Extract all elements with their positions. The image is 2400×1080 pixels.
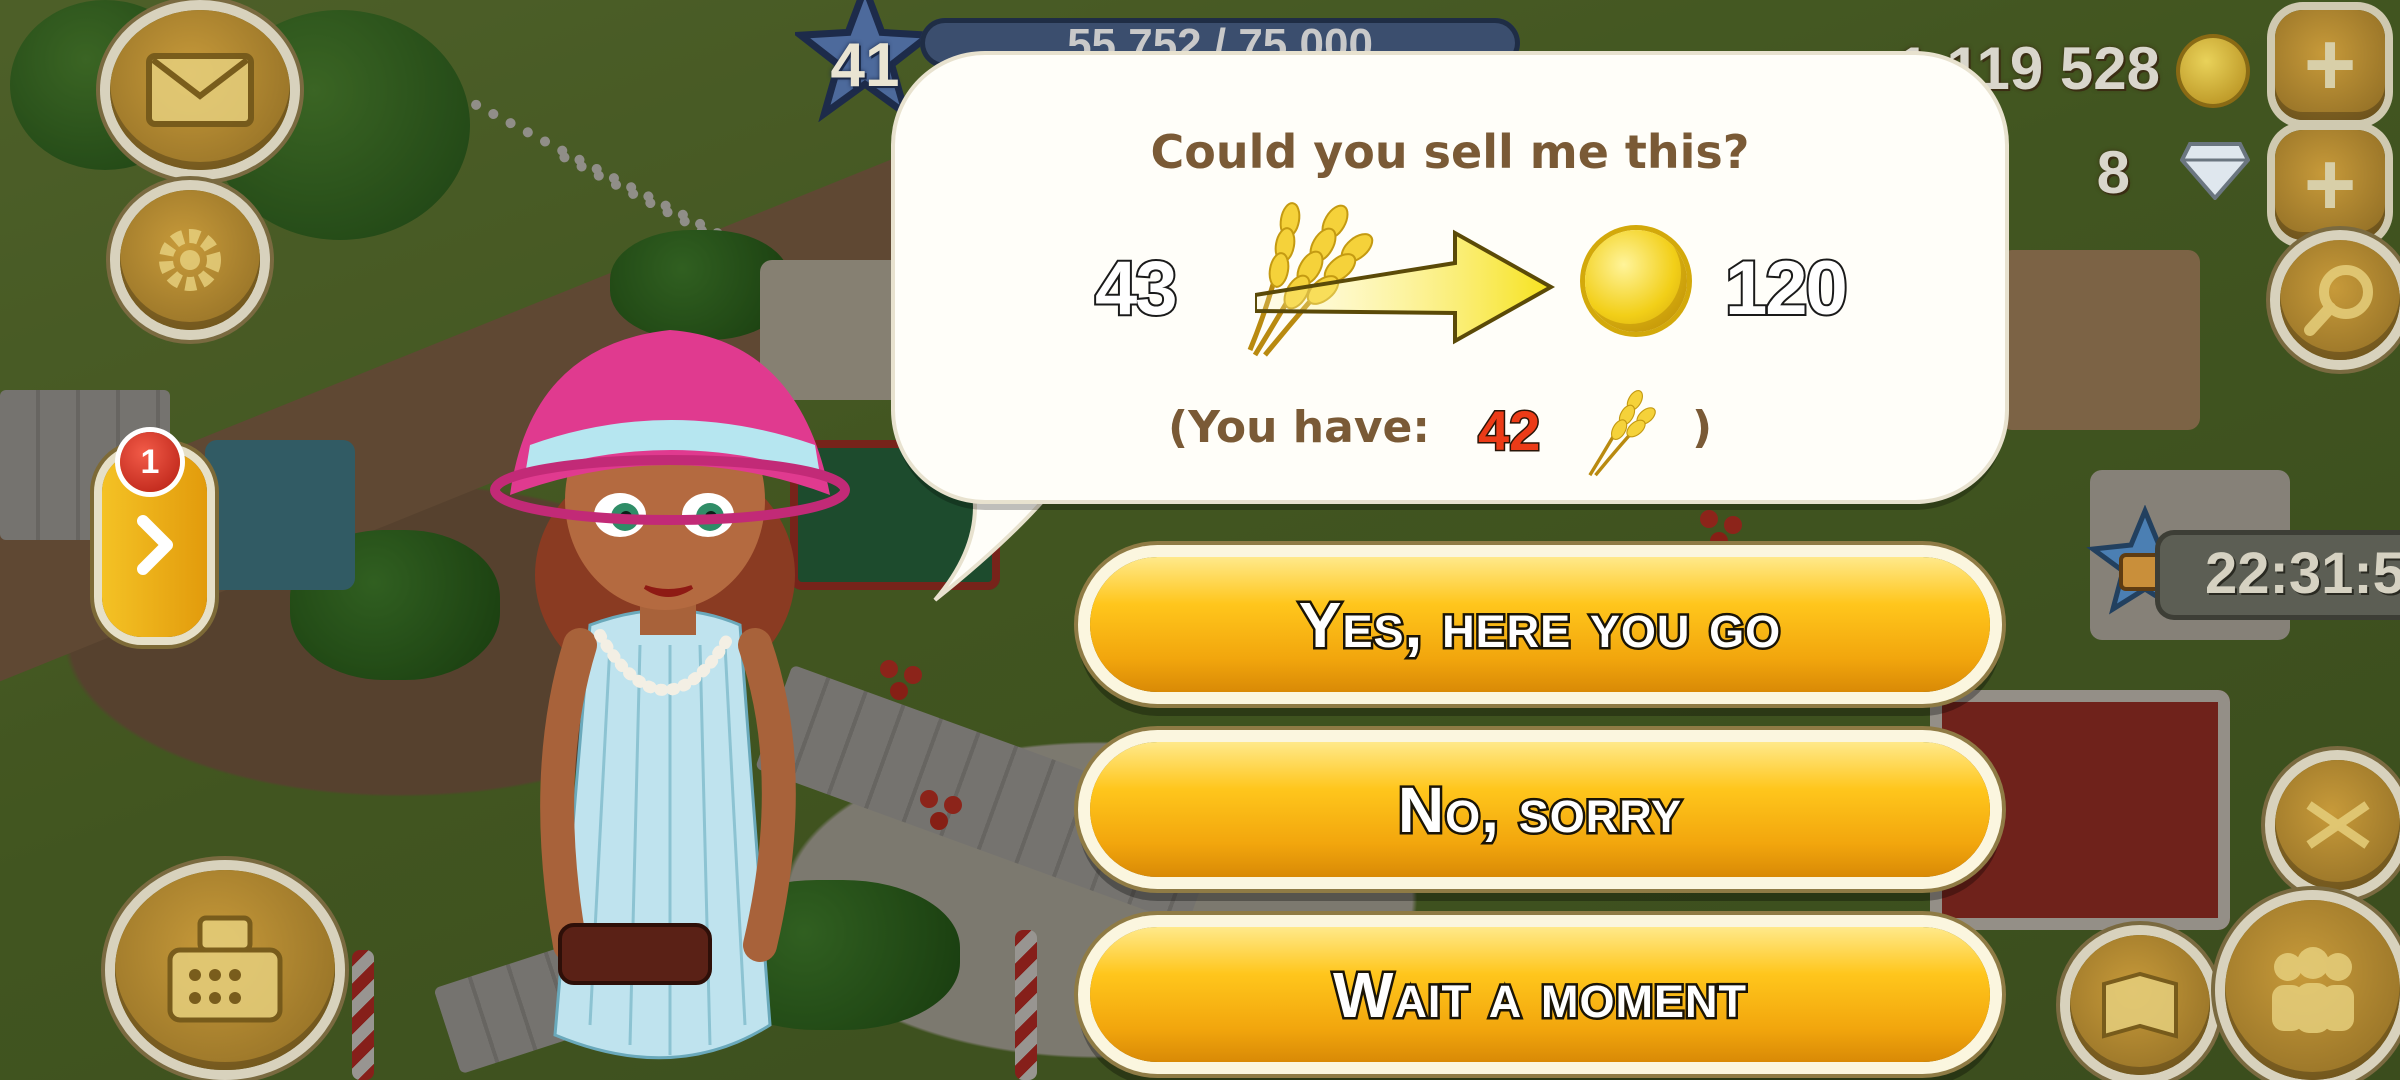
have-count: 42 bbox=[1476, 398, 1541, 464]
accept-button[interactable]: Yes, here you go bbox=[1090, 557, 1990, 692]
edit-mode-button[interactable] bbox=[2275, 760, 2400, 890]
add-diamonds-button[interactable]: + bbox=[2275, 130, 2385, 240]
friends-icon bbox=[2271, 947, 2354, 1033]
customer-character bbox=[490, 330, 850, 1060]
cash-register-icon bbox=[167, 915, 283, 1023]
expand-icon bbox=[2305, 801, 2370, 849]
mail-button[interactable] bbox=[110, 10, 290, 170]
wheat-icon bbox=[1588, 390, 1656, 477]
map-button[interactable] bbox=[2070, 935, 2210, 1075]
chevron-right-icon bbox=[136, 514, 173, 575]
coin-icon bbox=[1585, 230, 1687, 332]
arrow-right-icon bbox=[1255, 229, 1555, 345]
shop-button[interactable] bbox=[115, 870, 335, 1070]
offer-price: 120 bbox=[1723, 244, 1850, 333]
envelope-icon bbox=[146, 53, 254, 127]
diamond-counter: 8 bbox=[2096, 139, 2130, 206]
decline-button-label: No, sorry bbox=[1395, 771, 1683, 848]
accept-button-label: Yes, here you go bbox=[1296, 586, 1782, 663]
offer-quantity: 43 bbox=[1093, 244, 1180, 333]
magnifier-icon bbox=[2304, 265, 2373, 336]
friends-button[interactable] bbox=[2225, 900, 2400, 1080]
map-icon bbox=[2102, 971, 2178, 1039]
wait-button-label: Wait a moment bbox=[1331, 956, 1749, 1033]
coin-icon bbox=[2180, 38, 2246, 104]
have-close-paren: ) bbox=[1692, 402, 1713, 453]
plus-icon: + bbox=[2303, 134, 2357, 235]
decline-button[interactable]: No, sorry bbox=[1090, 742, 1990, 877]
search-button[interactable] bbox=[2280, 240, 2400, 360]
gear-icon bbox=[159, 229, 221, 291]
have-label: (You have: bbox=[1168, 402, 1430, 453]
notification-badge: 1 bbox=[120, 432, 180, 492]
event-timer: 22:31:55 bbox=[2205, 541, 2400, 606]
plus-icon: + bbox=[2303, 14, 2357, 115]
settings-button[interactable] bbox=[120, 190, 260, 330]
wait-button[interactable]: Wait a moment bbox=[1090, 927, 1990, 1062]
add-coins-button[interactable]: + bbox=[2275, 10, 2385, 120]
player-level: 41 bbox=[830, 31, 900, 100]
diamond-icon bbox=[2180, 142, 2250, 200]
dialog-title: Could you sell me this? bbox=[1150, 125, 1750, 179]
